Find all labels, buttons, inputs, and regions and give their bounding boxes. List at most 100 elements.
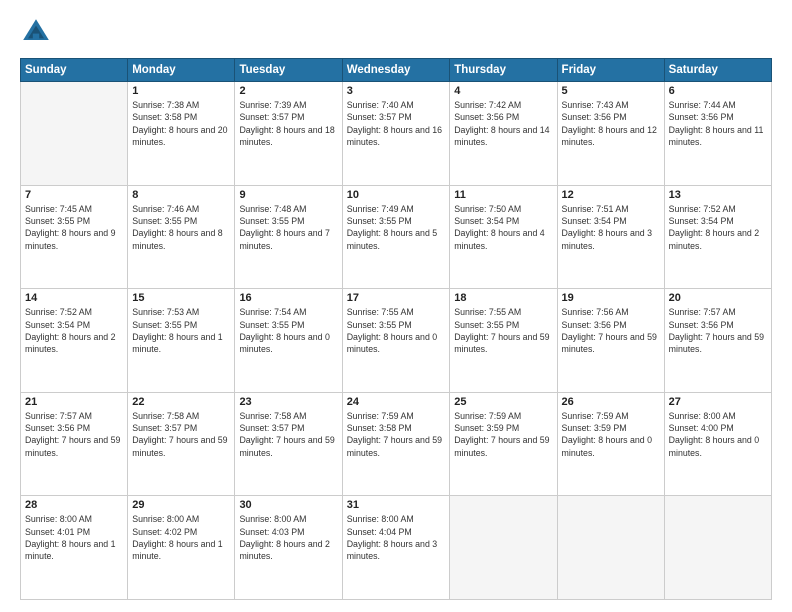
logo-icon bbox=[20, 16, 52, 48]
day-info: Sunrise: 8:00 AM Sunset: 4:04 PM Dayligh… bbox=[347, 513, 446, 562]
header bbox=[20, 16, 772, 48]
day-info: Sunrise: 7:57 AM Sunset: 3:56 PM Dayligh… bbox=[25, 410, 123, 459]
day-info: Sunrise: 7:55 AM Sunset: 3:55 PM Dayligh… bbox=[454, 306, 552, 355]
weekday-header: Tuesday bbox=[235, 59, 342, 82]
calendar-table: SundayMondayTuesdayWednesdayThursdayFrid… bbox=[20, 58, 772, 600]
day-info: Sunrise: 7:38 AM Sunset: 3:58 PM Dayligh… bbox=[132, 99, 230, 148]
calendar-day-cell: 23 Sunrise: 7:58 AM Sunset: 3:57 PM Dayl… bbox=[235, 392, 342, 496]
calendar-day-cell: 1 Sunrise: 7:38 AM Sunset: 3:58 PM Dayli… bbox=[128, 82, 235, 186]
day-number: 7 bbox=[25, 189, 123, 201]
day-number: 10 bbox=[347, 189, 446, 201]
day-number: 29 bbox=[132, 499, 230, 511]
day-info: Sunrise: 7:58 AM Sunset: 3:57 PM Dayligh… bbox=[239, 410, 337, 459]
day-info: Sunrise: 7:50 AM Sunset: 3:54 PM Dayligh… bbox=[454, 203, 552, 252]
calendar-day-cell: 28 Sunrise: 8:00 AM Sunset: 4:01 PM Dayl… bbox=[21, 496, 128, 600]
day-number: 22 bbox=[132, 396, 230, 408]
calendar-day-cell: 19 Sunrise: 7:56 AM Sunset: 3:56 PM Dayl… bbox=[557, 289, 664, 393]
weekday-header: Monday bbox=[128, 59, 235, 82]
calendar-day-cell: 29 Sunrise: 8:00 AM Sunset: 4:02 PM Dayl… bbox=[128, 496, 235, 600]
day-info: Sunrise: 7:59 AM Sunset: 3:58 PM Dayligh… bbox=[347, 410, 446, 459]
calendar-day-cell: 10 Sunrise: 7:49 AM Sunset: 3:55 PM Dayl… bbox=[342, 185, 450, 289]
day-number: 23 bbox=[239, 396, 337, 408]
calendar-day-cell: 16 Sunrise: 7:54 AM Sunset: 3:55 PM Dayl… bbox=[235, 289, 342, 393]
day-number: 24 bbox=[347, 396, 446, 408]
calendar-day-cell: 18 Sunrise: 7:55 AM Sunset: 3:55 PM Dayl… bbox=[450, 289, 557, 393]
day-number: 19 bbox=[562, 292, 660, 304]
day-info: Sunrise: 7:43 AM Sunset: 3:56 PM Dayligh… bbox=[562, 99, 660, 148]
day-number: 3 bbox=[347, 85, 446, 97]
day-number: 25 bbox=[454, 396, 552, 408]
calendar-day-cell: 7 Sunrise: 7:45 AM Sunset: 3:55 PM Dayli… bbox=[21, 185, 128, 289]
day-info: Sunrise: 8:00 AM Sunset: 4:01 PM Dayligh… bbox=[25, 513, 123, 562]
day-number: 1 bbox=[132, 85, 230, 97]
calendar-day-cell: 6 Sunrise: 7:44 AM Sunset: 3:56 PM Dayli… bbox=[664, 82, 771, 186]
day-number: 31 bbox=[347, 499, 446, 511]
day-number: 9 bbox=[239, 189, 337, 201]
day-info: Sunrise: 7:57 AM Sunset: 3:56 PM Dayligh… bbox=[669, 306, 767, 355]
calendar-day-cell bbox=[450, 496, 557, 600]
calendar-day-cell: 22 Sunrise: 7:58 AM Sunset: 3:57 PM Dayl… bbox=[128, 392, 235, 496]
day-info: Sunrise: 7:52 AM Sunset: 3:54 PM Dayligh… bbox=[669, 203, 767, 252]
page: SundayMondayTuesdayWednesdayThursdayFrid… bbox=[0, 0, 792, 612]
calendar-day-cell: 21 Sunrise: 7:57 AM Sunset: 3:56 PM Dayl… bbox=[21, 392, 128, 496]
calendar-day-cell: 13 Sunrise: 7:52 AM Sunset: 3:54 PM Dayl… bbox=[664, 185, 771, 289]
day-info: Sunrise: 7:48 AM Sunset: 3:55 PM Dayligh… bbox=[239, 203, 337, 252]
day-number: 17 bbox=[347, 292, 446, 304]
calendar-day-cell: 11 Sunrise: 7:50 AM Sunset: 3:54 PM Dayl… bbox=[450, 185, 557, 289]
calendar-day-cell: 4 Sunrise: 7:42 AM Sunset: 3:56 PM Dayli… bbox=[450, 82, 557, 186]
logo bbox=[20, 16, 56, 48]
day-info: Sunrise: 7:56 AM Sunset: 3:56 PM Dayligh… bbox=[562, 306, 660, 355]
day-number: 15 bbox=[132, 292, 230, 304]
day-number: 18 bbox=[454, 292, 552, 304]
calendar-day-cell: 3 Sunrise: 7:40 AM Sunset: 3:57 PM Dayli… bbox=[342, 82, 450, 186]
calendar-week-row: 14 Sunrise: 7:52 AM Sunset: 3:54 PM Dayl… bbox=[21, 289, 772, 393]
day-info: Sunrise: 7:58 AM Sunset: 3:57 PM Dayligh… bbox=[132, 410, 230, 459]
weekday-header: Wednesday bbox=[342, 59, 450, 82]
weekday-header: Saturday bbox=[664, 59, 771, 82]
day-number: 27 bbox=[669, 396, 767, 408]
day-info: Sunrise: 8:00 AM Sunset: 4:00 PM Dayligh… bbox=[669, 410, 767, 459]
day-info: Sunrise: 7:39 AM Sunset: 3:57 PM Dayligh… bbox=[239, 99, 337, 148]
day-number: 16 bbox=[239, 292, 337, 304]
day-number: 28 bbox=[25, 499, 123, 511]
calendar-day-cell: 24 Sunrise: 7:59 AM Sunset: 3:58 PM Dayl… bbox=[342, 392, 450, 496]
weekday-header: Thursday bbox=[450, 59, 557, 82]
calendar-week-row: 7 Sunrise: 7:45 AM Sunset: 3:55 PM Dayli… bbox=[21, 185, 772, 289]
day-info: Sunrise: 8:00 AM Sunset: 4:02 PM Dayligh… bbox=[132, 513, 230, 562]
calendar-day-cell: 20 Sunrise: 7:57 AM Sunset: 3:56 PM Dayl… bbox=[664, 289, 771, 393]
calendar-day-cell: 8 Sunrise: 7:46 AM Sunset: 3:55 PM Dayli… bbox=[128, 185, 235, 289]
day-number: 12 bbox=[562, 189, 660, 201]
calendar-day-cell: 27 Sunrise: 8:00 AM Sunset: 4:00 PM Dayl… bbox=[664, 392, 771, 496]
calendar-day-cell: 31 Sunrise: 8:00 AM Sunset: 4:04 PM Dayl… bbox=[342, 496, 450, 600]
day-info: Sunrise: 7:42 AM Sunset: 3:56 PM Dayligh… bbox=[454, 99, 552, 148]
day-info: Sunrise: 7:55 AM Sunset: 3:55 PM Dayligh… bbox=[347, 306, 446, 355]
weekday-header-row: SundayMondayTuesdayWednesdayThursdayFrid… bbox=[21, 59, 772, 82]
day-number: 21 bbox=[25, 396, 123, 408]
day-number: 4 bbox=[454, 85, 552, 97]
calendar-week-row: 28 Sunrise: 8:00 AM Sunset: 4:01 PM Dayl… bbox=[21, 496, 772, 600]
day-number: 6 bbox=[669, 85, 767, 97]
calendar-day-cell: 25 Sunrise: 7:59 AM Sunset: 3:59 PM Dayl… bbox=[450, 392, 557, 496]
day-info: Sunrise: 7:51 AM Sunset: 3:54 PM Dayligh… bbox=[562, 203, 660, 252]
day-info: Sunrise: 7:54 AM Sunset: 3:55 PM Dayligh… bbox=[239, 306, 337, 355]
weekday-header: Sunday bbox=[21, 59, 128, 82]
calendar-day-cell: 9 Sunrise: 7:48 AM Sunset: 3:55 PM Dayli… bbox=[235, 185, 342, 289]
day-info: Sunrise: 7:52 AM Sunset: 3:54 PM Dayligh… bbox=[25, 306, 123, 355]
day-number: 30 bbox=[239, 499, 337, 511]
day-info: Sunrise: 7:49 AM Sunset: 3:55 PM Dayligh… bbox=[347, 203, 446, 252]
day-info: Sunrise: 7:45 AM Sunset: 3:55 PM Dayligh… bbox=[25, 203, 123, 252]
calendar-day-cell: 5 Sunrise: 7:43 AM Sunset: 3:56 PM Dayli… bbox=[557, 82, 664, 186]
day-number: 8 bbox=[132, 189, 230, 201]
calendar-day-cell: 2 Sunrise: 7:39 AM Sunset: 3:57 PM Dayli… bbox=[235, 82, 342, 186]
day-number: 26 bbox=[562, 396, 660, 408]
day-info: Sunrise: 8:00 AM Sunset: 4:03 PM Dayligh… bbox=[239, 513, 337, 562]
day-number: 11 bbox=[454, 189, 552, 201]
calendar-day-cell: 17 Sunrise: 7:55 AM Sunset: 3:55 PM Dayl… bbox=[342, 289, 450, 393]
day-info: Sunrise: 7:59 AM Sunset: 3:59 PM Dayligh… bbox=[454, 410, 552, 459]
day-number: 2 bbox=[239, 85, 337, 97]
calendar-day-cell bbox=[557, 496, 664, 600]
day-info: Sunrise: 7:53 AM Sunset: 3:55 PM Dayligh… bbox=[132, 306, 230, 355]
day-number: 14 bbox=[25, 292, 123, 304]
day-number: 5 bbox=[562, 85, 660, 97]
weekday-header: Friday bbox=[557, 59, 664, 82]
